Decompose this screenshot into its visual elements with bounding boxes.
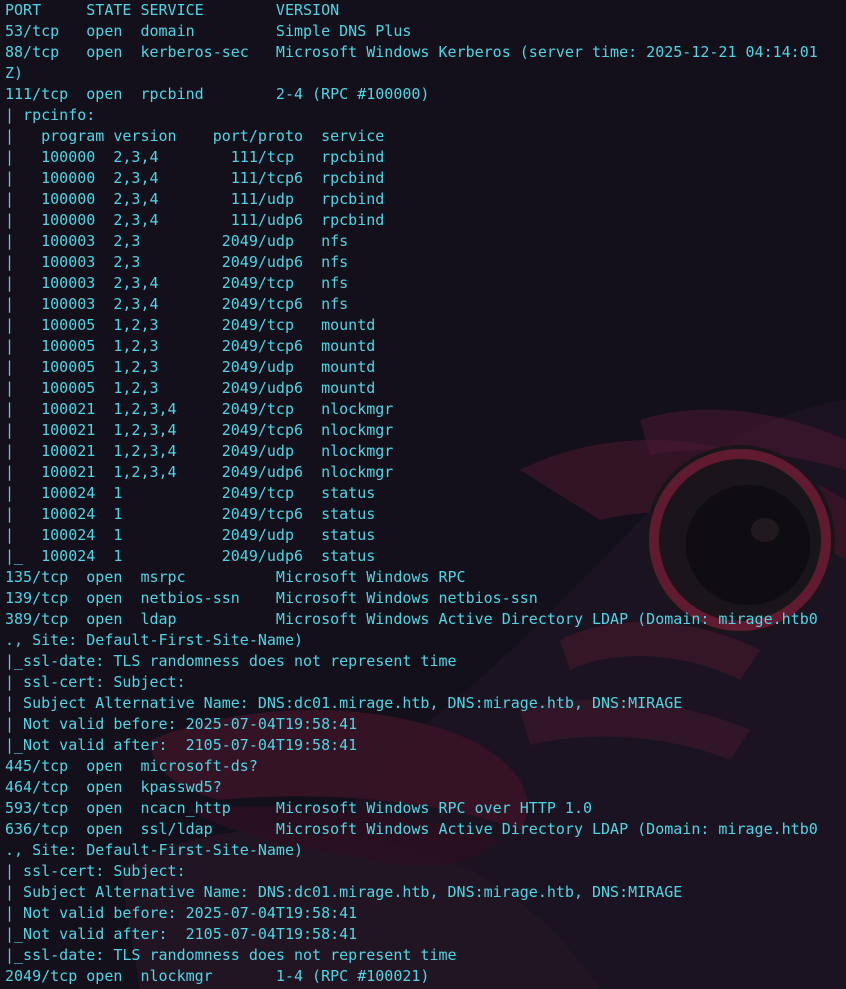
terminal-line: | 100005 1,2,3 2049/udp mountd <box>5 358 376 376</box>
terminal-line: | Not valid before: 2025-07-04T19:58:41 <box>5 904 358 922</box>
terminal-line: | 100021 1,2,3,4 2049/tcp nlockmgr <box>5 400 394 418</box>
terminal-line: 139/tcp open netbios-ssn Microsoft Windo… <box>5 589 538 607</box>
terminal-line: | program version port/proto service <box>5 127 385 145</box>
terminal-line: | 100021 1,2,3,4 2049/udp nlockmgr <box>5 442 394 460</box>
terminal-line: | 100021 1,2,3,4 2049/tcp6 nlockmgr <box>5 421 394 439</box>
terminal-line: 445/tcp open microsoft-ds? <box>5 757 258 775</box>
terminal-line: | ssl-cert: Subject: <box>5 862 186 880</box>
terminal-line: 636/tcp open ssl/ldap Microsoft Windows … <box>5 820 818 838</box>
terminal-line: | Subject Alternative Name: DNS:dc01.mir… <box>5 694 683 712</box>
terminal-line: 88/tcp open kerberos-sec Microsoft Windo… <box>5 43 818 61</box>
terminal-line: | 100005 1,2,3 2049/tcp mountd <box>5 316 376 334</box>
terminal-line: | ssl-cert: Subject: <box>5 673 186 691</box>
terminal-line: | 100024 1 2049/tcp status <box>5 484 376 502</box>
terminal-line: | 100005 1,2,3 2049/udp6 mountd <box>5 379 376 397</box>
terminal-line: | 100003 2,3,4 2049/tcp6 nfs <box>5 295 349 313</box>
terminal-line: | 100021 1,2,3,4 2049/udp6 nlockmgr <box>5 463 394 481</box>
terminal-line: 53/tcp open domain Simple DNS Plus <box>5 22 412 40</box>
terminal-line: | 100000 2,3,4 111/udp6 rpcbind <box>5 211 385 229</box>
terminal-line: 135/tcp open msrpc Microsoft Windows RPC <box>5 568 466 586</box>
terminal-line: Z) <box>5 64 24 82</box>
terminal-line: | 100000 2,3,4 111/tcp6 rpcbind <box>5 169 385 187</box>
terminal-line: 389/tcp open ldap Microsoft Windows Acti… <box>5 610 818 628</box>
terminal-line: 464/tcp open kpasswd5? <box>5 778 222 796</box>
terminal-line: |_ 100024 1 2049/udp6 status <box>5 547 376 565</box>
terminal-output[interactable]: PORT STATE SERVICE VERSION 53/tcp open do… <box>0 0 846 989</box>
terminal-line: | Not valid before: 2025-07-04T19:58:41 <box>5 715 358 733</box>
terminal-line: PORT STATE SERVICE VERSION <box>5 1 340 19</box>
terminal-line: | 100000 2,3,4 111/tcp rpcbind <box>5 148 385 166</box>
terminal-line: | Subject Alternative Name: DNS:dc01.mir… <box>5 883 683 901</box>
terminal-line: | 100024 1 2049/tcp6 status <box>5 505 376 523</box>
terminal-line: |_Not valid after: 2105-07-04T19:58:41 <box>5 736 358 754</box>
terminal-line: | 100024 1 2049/udp status <box>5 526 376 544</box>
terminal-line: | 100000 2,3,4 111/udp rpcbind <box>5 190 385 208</box>
terminal-line: | rpcinfo: <box>5 106 96 124</box>
terminal-line: 2049/tcp open nlockmgr 1-4 (RPC #100021) <box>5 967 430 985</box>
terminal-line: ., Site: Default-First-Site-Name) <box>5 841 304 859</box>
terminal-line: | 100005 1,2,3 2049/tcp6 mountd <box>5 337 376 355</box>
terminal-line: 593/tcp open ncacn_http Microsoft Window… <box>5 799 592 817</box>
terminal-line: |_Not valid after: 2105-07-04T19:58:41 <box>5 925 358 943</box>
terminal-line: |_ssl-date: TLS randomness does not repr… <box>5 946 457 964</box>
terminal-line: | 100003 2,3 2049/udp6 nfs <box>5 253 349 271</box>
terminal-line: | 100003 2,3,4 2049/tcp nfs <box>5 274 349 292</box>
terminal-line: | 100003 2,3 2049/udp nfs <box>5 232 349 250</box>
terminal-line: 111/tcp open rpcbind 2-4 (RPC #100000) <box>5 85 430 103</box>
terminal-line: |_ssl-date: TLS randomness does not repr… <box>5 652 457 670</box>
terminal-line: ., Site: Default-First-Site-Name) <box>5 631 304 649</box>
